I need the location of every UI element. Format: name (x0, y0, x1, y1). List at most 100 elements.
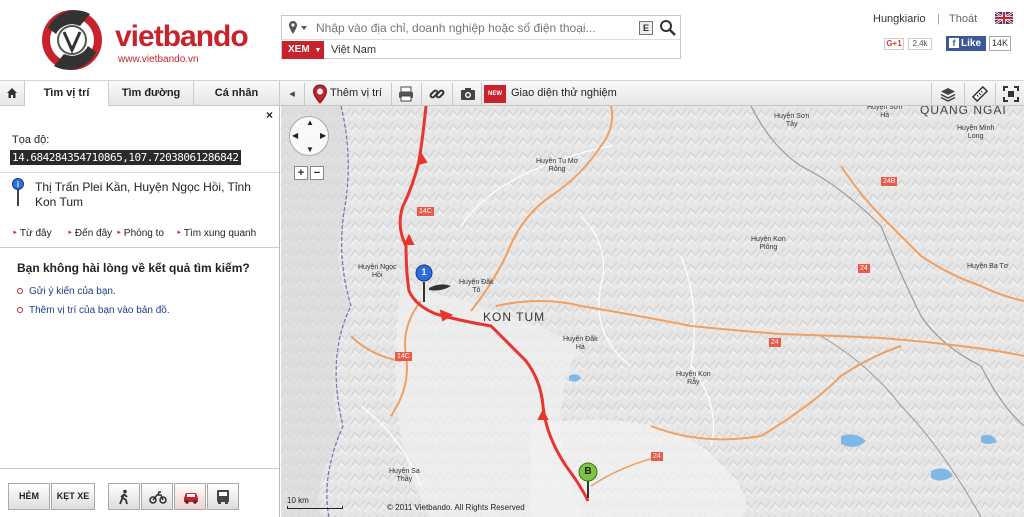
map-pin-icon (312, 84, 328, 104)
logo-wordmark: vietbando (115, 20, 249, 53)
logo-url: www.vietbando.vn (118, 54, 199, 65)
place-label: Huyện Sa Thầy (389, 468, 420, 483)
add-location-label: Thêm vị trí (330, 87, 382, 99)
traffic-jam-button[interactable]: KẸT XE (51, 483, 95, 510)
result-pin-icon: i (12, 178, 24, 206)
walk-mode-button[interactable] (108, 483, 140, 510)
pan-left-icon[interactable]: ◀ (292, 131, 298, 140)
view-dropdown-button[interactable]: XEM ▼ (282, 41, 324, 59)
panel-footer: HẺM KẸT XE (0, 468, 279, 517)
walking-person-icon (119, 489, 128, 505)
logout-link[interactable]: Thoát (949, 13, 977, 25)
collapse-panel-icon[interactable]: ◂ (284, 86, 300, 102)
place-label: Huyện Ngọc Hồi (358, 264, 397, 279)
toolbar-divider (964, 83, 965, 105)
location-pin-dropdown-icon[interactable] (288, 20, 310, 36)
road-number-tag: 24 (769, 338, 781, 347)
zoom-out-button[interactable]: − (310, 166, 324, 180)
search-nearby-link[interactable]: Tìm xung quanh (176, 228, 256, 239)
facebook-like-button[interactable]: f Like (946, 36, 986, 51)
panel-divider (0, 247, 279, 248)
coordinate-value[interactable]: 14.684284354710865,107.72038061286842 (10, 150, 241, 165)
send-feedback-link[interactable]: Gửi ý kiến của bạn. (17, 286, 116, 297)
end-marker-b[interactable]: B (583, 466, 593, 478)
car-icon (184, 493, 198, 504)
svg-text:i: i (17, 180, 19, 189)
search-box: E XEM ▼ Việt Nam (281, 15, 681, 59)
facebook-like-count: 14K (989, 36, 1011, 51)
zoom-in-link[interactable]: Phóng to (116, 228, 164, 239)
logo-emblem-icon (40, 8, 104, 72)
camera-icon[interactable] (459, 85, 477, 103)
tab-find-location[interactable]: Tìm vị trí (25, 81, 109, 106)
facebook-like-label: Like (961, 38, 982, 49)
alley-button[interactable]: HẺM (8, 483, 50, 510)
search-input[interactable] (314, 18, 634, 38)
truck-icon (217, 490, 229, 504)
pan-down-icon[interactable]: ▼ (306, 145, 314, 154)
place-label: Huyện Minh Long (957, 125, 995, 140)
pan-right-icon[interactable]: ▶ (320, 131, 326, 140)
google-plus-button[interactable]: G+1 (884, 38, 904, 50)
toolbar-divider (391, 83, 392, 105)
scale-label: 10 km (287, 496, 309, 505)
toolbar-divider (452, 83, 453, 105)
truck-mode-button[interactable] (207, 483, 239, 510)
fullscreen-icon[interactable] (1002, 85, 1020, 103)
search-result-panel: × Tọa độ: 14.684284354710865,107.7203806… (0, 106, 280, 517)
place-label: Huyện Đăk Hà (563, 336, 598, 351)
travel-mode-group (108, 483, 239, 510)
road-number-tag: 24 (651, 452, 663, 461)
map-canvas[interactable]: 1 B QUẢNG NGÃI KON TUM Huyện Sơn Tây Huyệ… (281, 106, 1024, 517)
road-number-tag: 24B (881, 177, 898, 186)
panel-divider (0, 172, 279, 173)
toolbar-divider (995, 83, 996, 105)
toolbar-divider (481, 83, 482, 105)
from-here-link[interactable]: Từ đây (12, 228, 52, 239)
search-icon[interactable] (659, 19, 677, 37)
trial-interface-link[interactable]: Giao diện thử nghiệm (511, 81, 617, 106)
province-label: QUẢNG NGÃI (920, 106, 1007, 117)
ruler-icon[interactable] (971, 85, 989, 103)
motorbike-mode-button[interactable] (141, 483, 173, 510)
to-here-link[interactable]: Đến đây (67, 228, 112, 239)
pan-control[interactable]: ▲ ◀ ▶ ▼ (289, 116, 329, 156)
tab-find-route[interactable]: Tìm đường (109, 81, 194, 106)
road-number-tag: 24 (858, 264, 870, 273)
zoom-control: + − (294, 166, 326, 182)
uk-flag-icon[interactable] (995, 12, 1013, 24)
toolbar-divider (421, 83, 422, 105)
header: vietbando www.vietbando.vn E XEM ▼ Việt … (0, 0, 1024, 80)
toolbar-divider (931, 83, 932, 105)
place-label: Huyện Kon Rẫy (676, 371, 711, 386)
vietbando-logo[interactable]: vietbando www.vietbando.vn (40, 8, 249, 72)
add-location-to-map-link[interactable]: Thêm vị trí của bạn vào bản đồ. (17, 305, 170, 316)
toolbar-divider (304, 83, 305, 105)
pan-up-icon[interactable]: ▲ (306, 118, 314, 127)
place-label: Huyện Kon Plông (751, 236, 786, 251)
start-marker-label[interactable]: 1 (420, 266, 428, 278)
toolbar: Tìm vị trí Tìm đường Cá nhân ◂ Thêm vị t… (0, 80, 1024, 106)
keyboard-toggle-button[interactable]: E (639, 21, 653, 35)
google-plus-count: 2.4k (908, 38, 932, 50)
close-icon[interactable]: × (266, 108, 273, 122)
place-label: Huyện Ba Tơ (967, 263, 1009, 270)
zoom-in-button[interactable]: + (294, 166, 308, 180)
result-address[interactable]: Thị Trấn Plei Kần, Huyện Ngọc Hồi, Tỉnh … (35, 180, 275, 210)
place-label: Huyện Đăk Tô (459, 279, 494, 294)
new-badge: NEW (484, 85, 506, 103)
home-icon (7, 88, 17, 98)
print-icon[interactable] (397, 85, 415, 103)
car-mode-button[interactable] (174, 483, 206, 510)
chevron-down-icon: ▼ (314, 47, 322, 54)
city-label: KON TUM (483, 310, 546, 324)
tab-home[interactable] (0, 81, 25, 106)
place-label: Huyện Sơn Hà (867, 106, 903, 119)
road-number-tag: 14C (417, 207, 434, 216)
link-icon[interactable] (428, 85, 446, 103)
layers-icon[interactable] (939, 85, 957, 103)
user-name-link[interactable]: Hungkiario (873, 13, 926, 25)
view-button-label: XEM (288, 44, 310, 55)
tab-personal[interactable]: Cá nhân (194, 81, 280, 106)
copyright-text: © 2011 Vietbando. All Rights Reserved (387, 503, 525, 512)
